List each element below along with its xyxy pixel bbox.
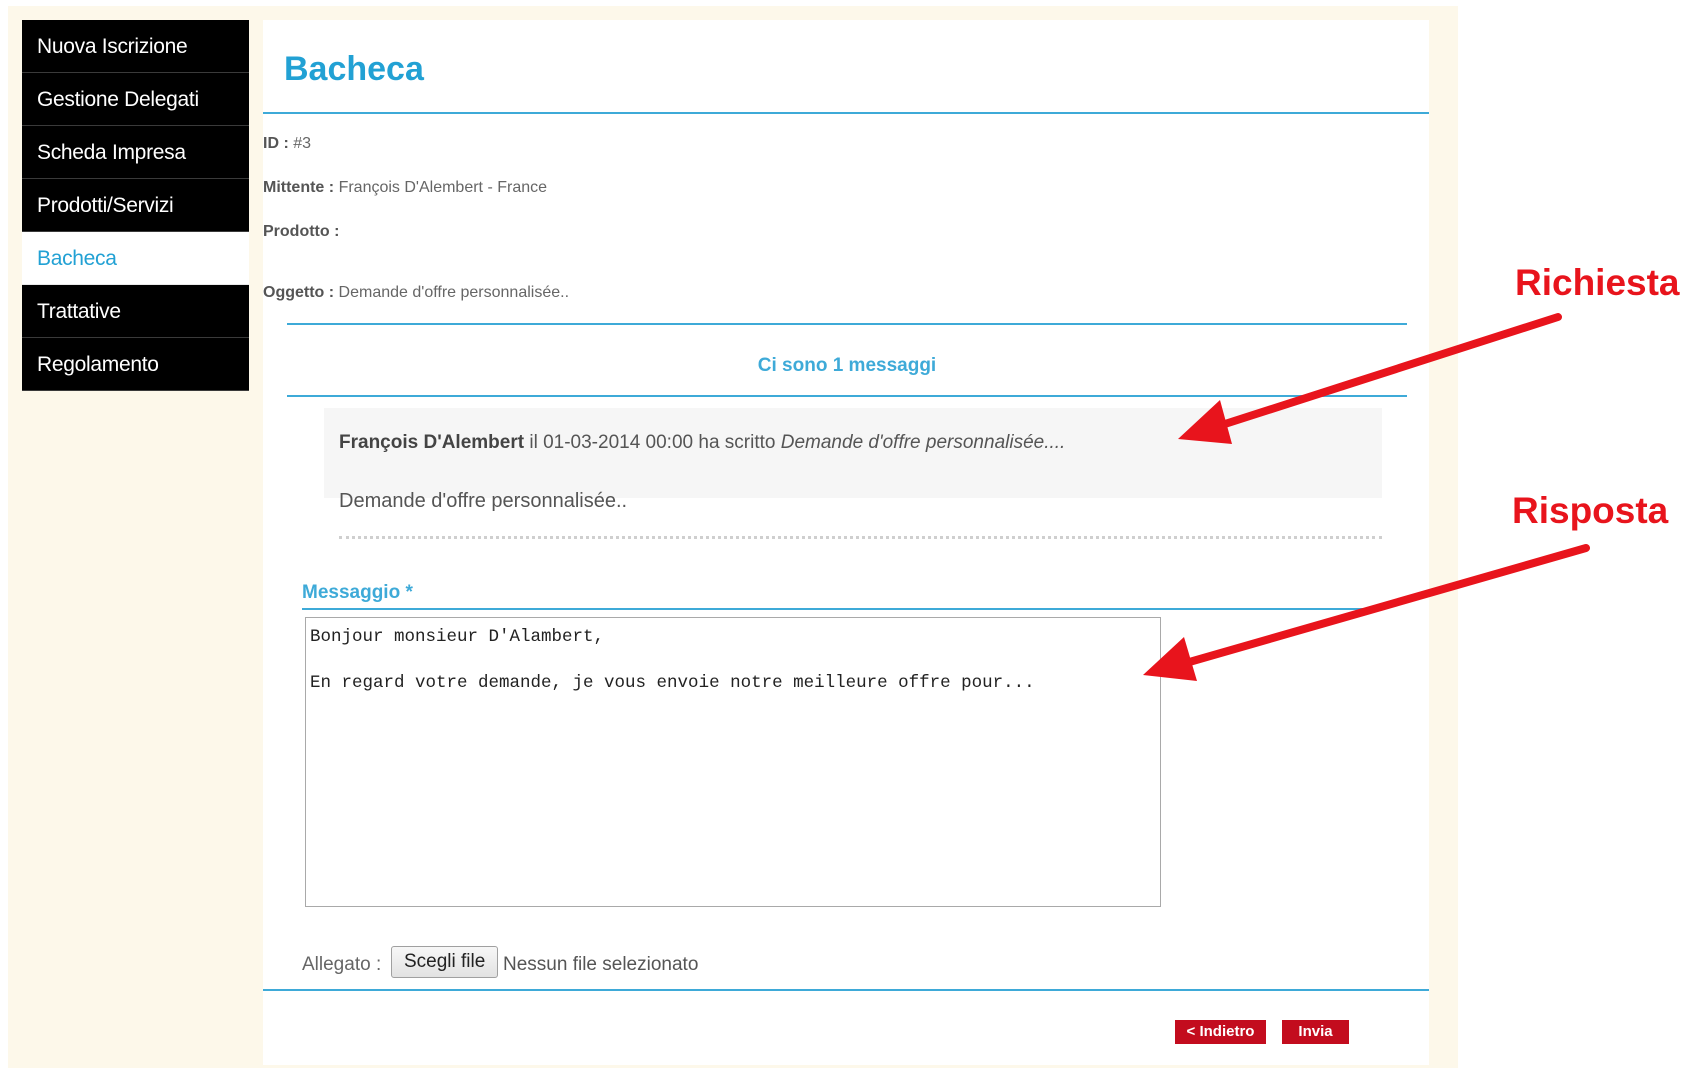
annotation-arrows — [1143, 313, 1590, 681]
reply-arrow-icon — [1143, 544, 1590, 681]
request-arrow-icon — [1178, 313, 1562, 444]
